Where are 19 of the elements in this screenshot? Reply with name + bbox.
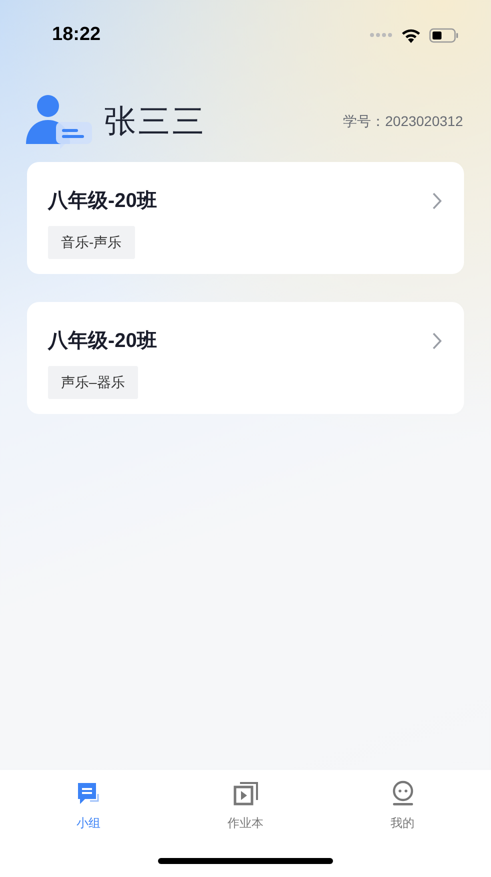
class-card[interactable]: 八年级-20班 声乐–器乐 bbox=[27, 302, 464, 414]
tab-bar-item[interactable]: 作业本 bbox=[200, 780, 290, 832]
chevron-right-icon bbox=[432, 332, 442, 350]
class-title: 八年级-20班 bbox=[48, 329, 157, 354]
chevron-right-icon bbox=[432, 192, 442, 210]
tab-bar-item[interactable]: 小组 bbox=[44, 780, 134, 832]
subject-tag: 音乐-声乐 bbox=[48, 226, 135, 259]
student-name: 张三三 bbox=[104, 102, 206, 141]
tab-bar-item[interactable]: 我的 bbox=[358, 780, 448, 832]
wifi-icon bbox=[401, 28, 421, 42]
user-avatar-icon bbox=[26, 92, 94, 150]
video-icon bbox=[232, 780, 260, 808]
class-title: 八年级-20班 bbox=[48, 189, 157, 214]
student-id: 学号：2023020312 bbox=[343, 112, 463, 130]
class-card[interactable]: 八年级-20班 音乐-声乐 bbox=[27, 162, 464, 274]
subject-tag: 声乐–器乐 bbox=[48, 366, 138, 399]
signal-dots-icon bbox=[369, 32, 393, 38]
status-time: 18:22 bbox=[52, 22, 101, 47]
battery-icon bbox=[429, 28, 459, 42]
